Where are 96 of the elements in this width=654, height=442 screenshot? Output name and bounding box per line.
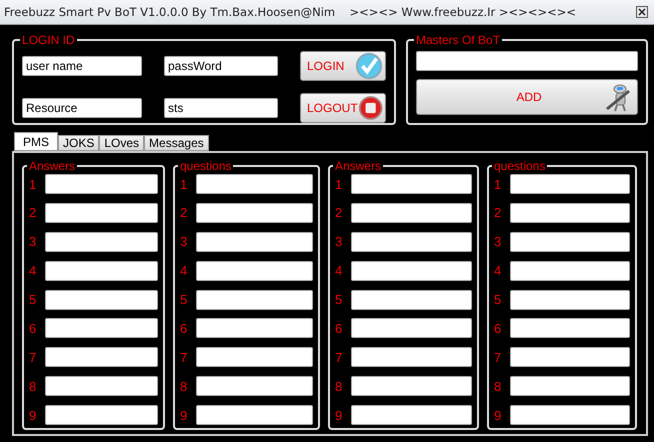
input-field[interactable] — [45, 232, 158, 252]
input-field[interactable] — [510, 232, 630, 252]
row-number: 8 — [335, 378, 344, 394]
row-number: 8 — [180, 378, 188, 394]
group-title: Answers — [28, 159, 76, 173]
input-field[interactable] — [351, 405, 472, 425]
input-field[interactable] — [196, 290, 313, 310]
input-field[interactable] — [196, 347, 313, 368]
row-number: 1 — [180, 176, 188, 192]
input-field[interactable]: passWord — [164, 56, 278, 76]
input-field[interactable] — [196, 174, 313, 194]
window-subtitle: ><><> Www.freebuzz.Ir ><><><>< — [350, 5, 576, 19]
input-field[interactable] — [351, 318, 472, 338]
row-number: 2 — [29, 205, 38, 220]
input-field[interactable]: user name — [22, 56, 142, 76]
row-number: 3 — [180, 234, 188, 250]
row-number: 5 — [335, 292, 344, 307]
row-number: 8 — [494, 378, 502, 394]
row-number: 3 — [494, 234, 502, 250]
input-field[interactable] — [196, 405, 313, 425]
input-field[interactable] — [351, 202, 472, 223]
row-number: 4 — [335, 263, 344, 278]
row-number: 9 — [494, 408, 502, 422]
tab[interactable]: PMS — [14, 132, 58, 151]
tab[interactable]: JOKS — [58, 135, 100, 151]
input-field[interactable] — [510, 318, 630, 338]
group-title: LOGIN ID — [21, 33, 76, 47]
input-field[interactable] — [351, 260, 472, 281]
row-number: 6 — [335, 320, 344, 336]
row-number: 3 — [335, 234, 344, 250]
row-number: 7 — [335, 350, 344, 365]
row-number: 9 — [29, 408, 38, 422]
input-field[interactable] — [510, 347, 630, 368]
input-field[interactable] — [196, 202, 313, 223]
input-field[interactable] — [45, 174, 158, 194]
input-field[interactable]: sts — [164, 98, 278, 118]
input-field[interactable] — [351, 290, 472, 310]
input-field[interactable] — [510, 405, 630, 425]
input-field[interactable] — [416, 51, 638, 71]
input-field[interactable] — [45, 376, 158, 396]
row-number: 7 — [494, 350, 502, 365]
tab[interactable]: Messages — [144, 135, 209, 151]
check-icon — [355, 52, 383, 80]
input-field[interactable] — [351, 174, 472, 194]
input-field[interactable] — [351, 232, 472, 252]
input-field[interactable] — [510, 290, 630, 310]
input-field[interactable] — [196, 260, 313, 281]
row-number: 7 — [180, 350, 188, 365]
row-number: 1 — [494, 176, 502, 192]
row-number: 9 — [335, 408, 344, 422]
row-number: 1 — [29, 176, 38, 192]
row-number: 4 — [494, 263, 502, 278]
input-field[interactable] — [196, 376, 313, 396]
input-field[interactable] — [45, 202, 158, 223]
logout-button[interactable]: LOGOUT — [300, 93, 386, 123]
login-button[interactable]: LOGIN — [300, 51, 386, 81]
row-number: 1 — [335, 176, 344, 192]
window-title: Freebuzz Smart Pv BoT V1.0.0.0 By Tm.Bax.Hoosen@Nim — [4, 5, 336, 19]
group-title: questions — [179, 159, 232, 173]
input-field[interactable] — [45, 290, 158, 310]
tab[interactable]: LOves — [99, 135, 144, 151]
row-number: 6 — [29, 320, 38, 336]
input-field[interactable] — [510, 376, 630, 396]
row-number: 2 — [180, 205, 188, 220]
row-number: 5 — [494, 292, 502, 307]
close-icon[interactable] — [636, 6, 648, 18]
input-field[interactable] — [510, 174, 630, 194]
row-number: 2 — [494, 205, 502, 220]
input-field[interactable] — [196, 232, 313, 252]
group-title: Answers — [334, 159, 382, 173]
stop-icon — [358, 94, 383, 122]
row-number: 5 — [180, 292, 188, 307]
robot-icon — [603, 82, 633, 114]
group-title: Masters Of BoT — [415, 33, 502, 47]
input-field[interactable] — [351, 376, 472, 396]
row-number: 8 — [29, 378, 38, 394]
row-number: 3 — [29, 234, 38, 250]
row-number: 5 — [29, 292, 38, 307]
input-field[interactable] — [45, 405, 158, 425]
row-number: 6 — [494, 320, 502, 336]
input-field[interactable] — [510, 202, 630, 223]
row-number: 4 — [180, 263, 188, 278]
input-field[interactable] — [45, 347, 158, 368]
input-field[interactable] — [45, 260, 158, 281]
group-title: questions — [493, 159, 546, 173]
row-number: 7 — [29, 350, 38, 365]
input-field[interactable] — [196, 318, 313, 338]
input-field[interactable]: Resource — [22, 98, 142, 118]
row-number: 6 — [180, 320, 188, 336]
row-number: 4 — [29, 263, 38, 278]
input-field[interactable] — [351, 347, 472, 368]
input-field[interactable] — [510, 260, 630, 281]
input-field[interactable] — [45, 318, 158, 338]
row-number: 2 — [335, 205, 344, 220]
row-number: 9 — [180, 408, 188, 422]
add-button[interactable]: ADD — [416, 79, 638, 115]
